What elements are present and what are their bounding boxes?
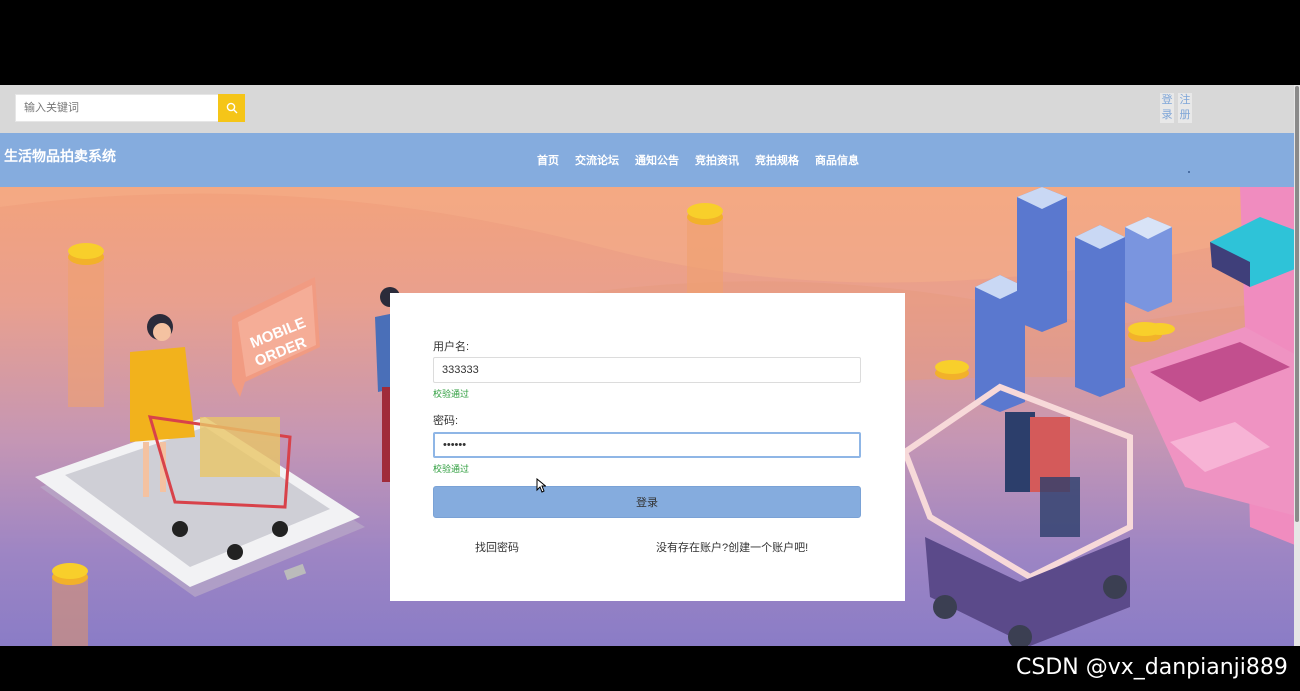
mouse-cursor-icon [536,478,546,493]
site-title: 生活物品拍卖系统 [4,148,116,164]
nav-dot [1188,171,1190,173]
auth-links: 登录 注册 [1160,93,1192,123]
nav-item-home[interactable]: 首页 [537,152,559,168]
login-form: 用户名: 校验通过 密码: 校验通过 登录 找回密码 没有存在账户?创建一个账户… [390,293,905,601]
coin-pillar-left [68,243,104,407]
cart-illustration [901,383,1133,646]
login-link[interactable]: 登录 [1160,93,1174,123]
scrollbar-thumb[interactable] [1295,86,1299,522]
register-link[interactable]: 注册 [1178,93,1192,123]
coin-pillar-top [687,203,723,297]
search-button[interactable] [218,94,245,122]
top-bar: 登录 注册 [0,85,1300,133]
search-input[interactable] [15,94,218,122]
mobile-order-sign: MOBILE ORDER [232,277,320,397]
password-label: 密码: [433,415,459,427]
nav-item-forum[interactable]: 交流论坛 [575,152,619,168]
search-icon [226,102,237,114]
login-button[interactable]: 登录 [433,486,861,518]
username-label: 用户名: [433,341,470,353]
create-account-link[interactable]: 没有存在账户?创建一个账户吧! [656,539,808,555]
nav-menu: 首页 交流论坛 通知公告 竞拍资讯 竞拍规格 商品信息 [537,152,859,168]
coin-pillar-bottom-left [52,563,88,646]
username-valid-msg: 校验通过 [433,389,470,399]
search-box [15,94,245,122]
username-input[interactable] [433,357,861,383]
nav-item-notice[interactable]: 通知公告 [635,152,679,168]
password-valid-msg: 校验通过 [433,464,470,474]
nav-bar: 生活物品拍卖系统 首页 交流论坛 通知公告 竞拍资讯 竞拍规格 商品信息 [0,133,1300,187]
nav-item-auction-news[interactable]: 竞拍资讯 [695,152,739,168]
watermark-text: CSDN @vx_danpianji889 [1016,655,1288,680]
password-input[interactable] [433,432,861,458]
forgot-password-link[interactable]: 找回密码 [475,539,519,555]
nav-item-products[interactable]: 商品信息 [815,152,859,168]
nav-item-auction-rules[interactable]: 竞拍规格 [755,152,799,168]
